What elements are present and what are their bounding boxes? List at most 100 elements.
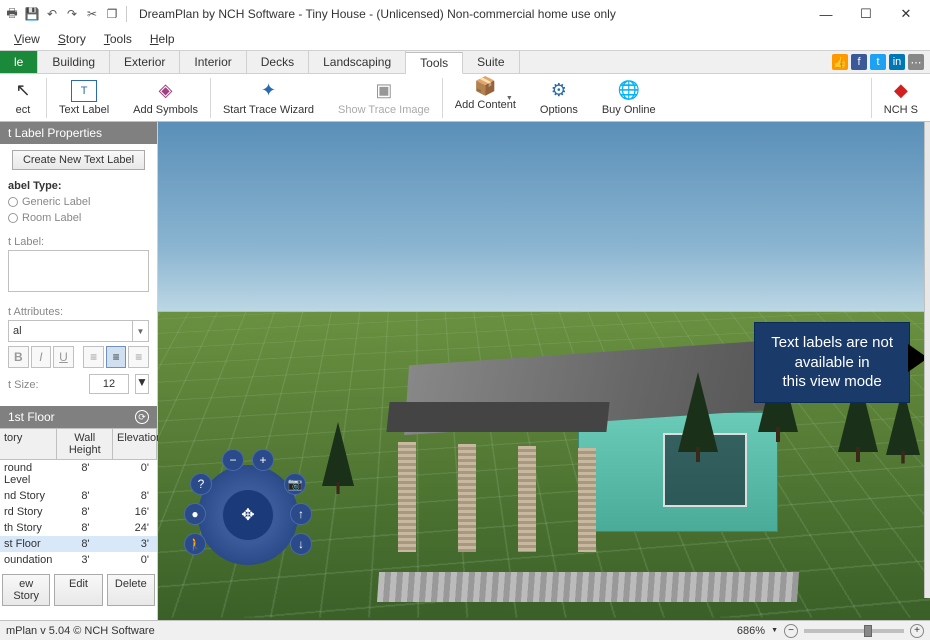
nch-icon: ◆ xyxy=(890,80,912,102)
add-symbols-button[interactable]: ◈Add Symbols xyxy=(121,74,210,121)
col-story[interactable]: tory xyxy=(0,429,57,459)
text-label-label: t Label: xyxy=(8,236,149,248)
menu-bar: View Story Tools Help xyxy=(0,28,930,50)
refresh-icon[interactable]: ⟳ xyxy=(135,410,149,424)
title-bar: 🖶 💾 ↶ ↷ ✂ ❐ DreamPlan by NCH Software - … xyxy=(0,0,930,28)
text-label-button[interactable]: TText Label xyxy=(47,74,121,121)
options-button[interactable]: ⚙Options xyxy=(528,74,590,121)
add-content-button[interactable]: 📦Add Content▼ xyxy=(443,74,528,121)
align-left-button[interactable]: ≡ xyxy=(83,346,104,368)
tab-building[interactable]: Building xyxy=(38,51,110,73)
menu-help[interactable]: Help xyxy=(142,30,183,48)
text-label-input[interactable] xyxy=(8,250,149,292)
record-icon[interactable]: ● xyxy=(184,503,206,525)
font-select[interactable]: al xyxy=(8,320,133,342)
tab-interior[interactable]: Interior xyxy=(180,51,246,73)
text-icon: T xyxy=(71,80,97,102)
redo-icon[interactable]: ↷ xyxy=(64,6,80,22)
table-row[interactable]: rd Story8'16' xyxy=(0,504,157,520)
zoom-in-icon[interactable]: + xyxy=(252,449,274,471)
nch-suite-button[interactable]: ◆NCH S xyxy=(872,74,930,121)
table-row[interactable]: st Floor8'3' xyxy=(0,536,157,552)
twitter-icon[interactable]: t xyxy=(870,54,886,70)
image-icon: ▣ xyxy=(373,80,395,102)
zoom-out-icon[interactable]: − xyxy=(222,449,244,471)
up-icon[interactable]: ↑ xyxy=(290,503,312,525)
gear-icon: ⚙ xyxy=(548,80,570,102)
zoom-in-button[interactable]: + xyxy=(910,624,924,638)
nav-wheel[interactable]: ✥ ? − + 📷 ↑ ↓ ● 🚶 xyxy=(188,455,308,575)
story-header: 1st Floor⟳ xyxy=(0,406,157,428)
help-icon[interactable]: ? xyxy=(190,473,212,495)
edit-story-button[interactable]: Edit xyxy=(54,574,102,606)
close-button[interactable]: ✕ xyxy=(886,0,926,28)
down-icon[interactable]: ↓ xyxy=(290,533,312,555)
linkedin-icon[interactable]: in xyxy=(889,54,905,70)
chevron-down-icon[interactable]: ▼ xyxy=(133,320,149,342)
radio-icon xyxy=(8,197,18,207)
house-model xyxy=(378,342,798,582)
create-label-button[interactable]: Create New Text Label xyxy=(12,150,145,170)
menu-view[interactable]: View xyxy=(6,30,48,48)
font-size-input[interactable]: 12 xyxy=(89,374,129,394)
globe-icon: 🌐 xyxy=(618,80,640,102)
tab-tools[interactable]: Tools xyxy=(406,52,463,74)
viewmode-tooltip: Text labels are not available in this vi… xyxy=(754,322,910,403)
table-row[interactable]: round Level8'0' xyxy=(0,460,157,488)
print-icon[interactable]: 🖶 xyxy=(4,6,20,22)
bold-button[interactable]: B xyxy=(8,346,29,368)
divider xyxy=(126,6,127,22)
align-right-button[interactable]: ≡ xyxy=(128,346,149,368)
zoom-out-button[interactable]: − xyxy=(784,624,798,638)
align-center-button[interactable]: ≡ xyxy=(106,346,127,368)
table-row[interactable]: nd Story8'8' xyxy=(0,488,157,504)
side-panel: t Label Properties Create New Text Label… xyxy=(0,122,158,620)
symbols-icon: ◈ xyxy=(155,80,177,102)
zoom-slider[interactable] xyxy=(804,629,904,633)
tab-file[interactable]: le xyxy=(0,51,38,73)
new-story-button[interactable]: ew Story xyxy=(2,574,50,606)
radio-generic[interactable]: Generic Label xyxy=(8,194,149,210)
text-attr-label: t Attributes: xyxy=(8,306,149,318)
walk-icon[interactable]: 🚶 xyxy=(184,533,206,555)
share-icon[interactable]: ⋯ xyxy=(908,54,924,70)
trace-icon: ✦ xyxy=(258,80,280,102)
tab-exterior[interactable]: Exterior xyxy=(110,51,180,73)
buy-online-button[interactable]: 🌐Buy Online xyxy=(590,74,668,121)
maximize-button[interactable]: ☐ xyxy=(846,0,886,28)
radio-room[interactable]: Room Label xyxy=(8,210,149,226)
start-trace-button[interactable]: ✦Start Trace Wizard xyxy=(211,74,326,121)
like-icon[interactable]: 👍 xyxy=(832,54,848,70)
right-toolbar[interactable] xyxy=(924,122,930,598)
menu-story[interactable]: Story xyxy=(50,30,94,48)
slider-thumb[interactable] xyxy=(864,625,872,637)
cut-icon[interactable]: ✂ xyxy=(84,6,100,22)
minimize-button[interactable]: — xyxy=(806,0,846,28)
facebook-icon[interactable]: f xyxy=(851,54,867,70)
delete-story-button[interactable]: Delete xyxy=(107,574,155,606)
menu-tools[interactable]: Tools xyxy=(96,30,140,48)
story-table: tory Wall Height Elevation round Level8'… xyxy=(0,428,157,568)
chevron-down-icon[interactable]: ▼ xyxy=(135,374,149,394)
radio-icon xyxy=(8,213,18,223)
italic-button[interactable]: I xyxy=(31,346,52,368)
tab-landscaping[interactable]: Landscaping xyxy=(309,51,406,73)
tab-decks[interactable]: Decks xyxy=(247,51,309,73)
pan-icon[interactable]: ✥ xyxy=(223,490,273,540)
tab-suite[interactable]: Suite xyxy=(463,51,519,73)
camera-icon[interactable]: 📷 xyxy=(284,473,306,495)
col-elev[interactable]: Elevation xyxy=(113,429,157,459)
chevron-down-icon[interactable]: ▼ xyxy=(771,627,778,634)
cursor-icon: ↖ xyxy=(12,80,34,102)
status-text: mPlan v 5.04 © NCH Software xyxy=(6,625,155,637)
viewport-3d[interactable]: Text labels are not available in this vi… xyxy=(158,122,930,620)
select-button[interactable]: ↖ect xyxy=(0,74,46,121)
undo-icon[interactable]: ↶ xyxy=(44,6,60,22)
underline-button[interactable]: U xyxy=(53,346,74,368)
col-height[interactable]: Wall Height xyxy=(57,429,113,459)
table-row[interactable]: th Story8'24' xyxy=(0,520,157,536)
show-trace-button[interactable]: ▣Show Trace Image xyxy=(326,74,442,121)
copy-icon[interactable]: ❐ xyxy=(104,6,120,22)
save-icon[interactable]: 💾 xyxy=(24,6,40,22)
table-row[interactable]: oundation3'0' xyxy=(0,552,157,568)
